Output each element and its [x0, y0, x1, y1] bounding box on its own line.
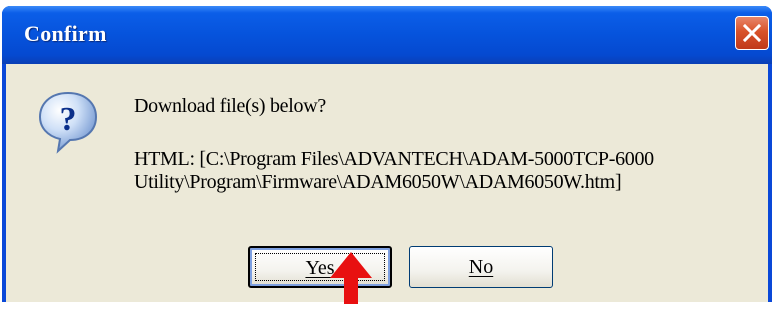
- annotation-arrow-icon: [330, 252, 372, 309]
- question-icon: ?: [36, 89, 100, 160]
- close-icon: [742, 23, 762, 43]
- file-path-line-1: HTML: [C:\Program Files\ADVANTECH\ADAM-5…: [134, 148, 654, 170]
- svg-text:?: ?: [60, 101, 77, 138]
- prompt-text: Download file(s) below?: [134, 95, 326, 117]
- title-bar[interactable]: Confirm: [2, 6, 772, 64]
- close-button[interactable]: [735, 16, 769, 50]
- no-button-label: No: [468, 256, 494, 278]
- no-button[interactable]: No: [409, 246, 553, 288]
- file-path-line-2: Utility\Program\Firmware\ADAM6050W\ADAM6…: [134, 171, 622, 193]
- dialog-body: ? Download file(s) below? HTML: [C:\Prog…: [6, 64, 768, 302]
- dialog-title: Confirm: [24, 21, 107, 46]
- confirm-dialog: Confirm ? Download file(s) below? HTML: …: [2, 6, 772, 302]
